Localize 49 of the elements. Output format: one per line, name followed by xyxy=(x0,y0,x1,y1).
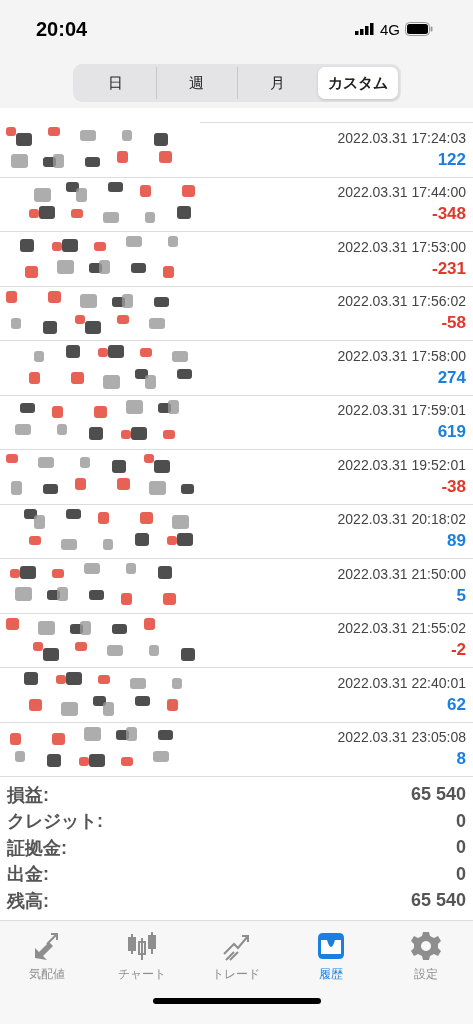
summary-value: 0 xyxy=(456,837,466,859)
candlestick-icon xyxy=(125,930,158,962)
deal-profit: 5 xyxy=(456,585,466,606)
tab-bar-item[interactable]: 履歴 xyxy=(283,929,379,984)
summary-value: 65 540 xyxy=(410,784,466,806)
deal-profit: 122 xyxy=(437,149,466,170)
deal-time: 2022.03.31 19:52:01 xyxy=(337,456,466,473)
deal-time: 2022.03.31 17:56:02 xyxy=(337,293,466,310)
deal-profit: 62 xyxy=(447,694,466,715)
summary-label: 証拠金: xyxy=(7,836,67,860)
tab-bar-item[interactable]: チャート xyxy=(94,929,190,984)
deal-profit: 619 xyxy=(437,422,466,443)
deal-time: 2022.03.31 21:55:02 xyxy=(337,620,466,637)
summary-label: クレジット: xyxy=(7,810,103,834)
summary-value: 0 xyxy=(456,810,466,832)
deal-profit: 89 xyxy=(447,531,466,552)
status-time: 20:04 xyxy=(36,17,88,41)
deal-time: 2022.03.31 17:24:03 xyxy=(337,129,466,146)
deal-time: 2022.03.31 17:58:00 xyxy=(337,347,466,364)
summary-label: 残高: xyxy=(7,889,49,913)
deal-profit: 8 xyxy=(456,749,466,770)
deal-profit: -2 xyxy=(450,640,466,661)
deal-profit: -231 xyxy=(431,258,466,279)
summary-label: 出金: xyxy=(7,863,49,887)
battery-icon xyxy=(405,22,433,36)
deal-time: 2022.03.31 21:50:00 xyxy=(337,565,466,582)
deal-time: 2022.03.31 17:59:01 xyxy=(337,402,466,419)
signal-icon xyxy=(355,23,375,35)
deal-profit: 274 xyxy=(437,367,466,388)
deal-profit: -38 xyxy=(441,476,466,497)
deal-time: 2022.03.31 22:40:01 xyxy=(337,674,466,691)
deal-profit: -58 xyxy=(441,313,466,334)
deal-time: 2022.03.31 17:44:00 xyxy=(337,184,466,201)
summary-value: 0 xyxy=(456,863,466,885)
period-tab[interactable]: 週 xyxy=(155,67,237,99)
deal-profit: -348 xyxy=(431,204,466,225)
period-tab[interactable]: カスタム xyxy=(317,67,398,99)
deal-time: 2022.03.31 17:53:00 xyxy=(337,238,466,255)
deal-time: 2022.03.31 23:05:08 xyxy=(337,729,466,746)
tab-bar-item[interactable]: 気配値 xyxy=(0,929,95,984)
deal-time: 2022.03.31 20:18:02 xyxy=(337,511,466,528)
summary-label: 損益: xyxy=(7,783,49,807)
period-tab[interactable]: 日 xyxy=(75,67,156,99)
network-label: 4G xyxy=(380,20,400,38)
settings-icon xyxy=(409,930,442,962)
tab-bar-item[interactable]: トレード xyxy=(189,929,284,984)
tab-bar-item[interactable]: 設定 xyxy=(378,929,473,984)
summary-value: 65 540 xyxy=(410,890,466,912)
period-tab[interactable]: 月 xyxy=(236,67,318,99)
